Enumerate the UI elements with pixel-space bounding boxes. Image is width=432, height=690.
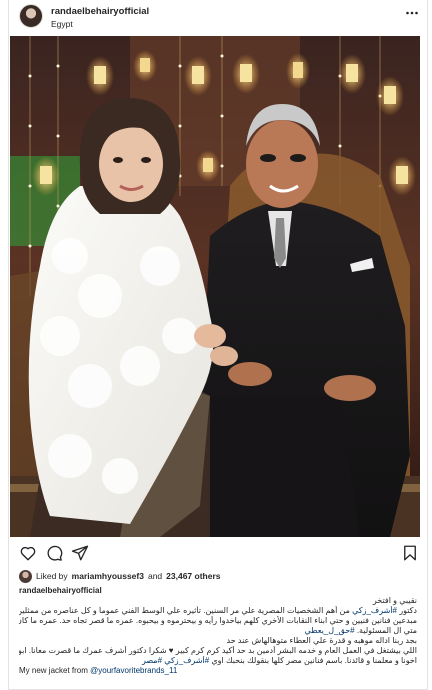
comment-icon[interactable]	[45, 544, 63, 562]
liker-username[interactable]: mariamhyoussef3	[72, 571, 144, 581]
caption-line: بجد ربنا اداله موهبه و قدرة علي العطاء م…	[226, 636, 418, 645]
liker-avatar[interactable]	[19, 569, 32, 583]
instagram-post: randaelbehairyofficial Egypt Liked by ma…	[8, 0, 428, 690]
hashtag-link[interactable]: #أشرف_زكي	[352, 606, 397, 615]
caption-line: نقيبي و افتخر	[372, 596, 417, 605]
post-photo[interactable]	[10, 36, 420, 537]
hashtag-link[interactable]: #مصر	[142, 656, 162, 665]
more-options-icon[interactable]	[405, 6, 419, 20]
bookmark-icon[interactable]	[401, 544, 419, 562]
caption-line: مبدعين فنانين فنيين و حتي ابناء النقابات…	[19, 616, 417, 625]
caption-text: My new jacket from	[19, 666, 91, 675]
caption-line: اللي بيشتغل في العمل العام و خدمه البشر …	[19, 646, 417, 655]
paper-plane-icon[interactable]	[71, 544, 89, 562]
post-caption: randaelbehairyofficial نقيبي و افتخر دكت…	[19, 586, 417, 676]
caption-username[interactable]: randaelbehairyofficial	[19, 586, 102, 595]
caption-line: متي ال المسئولية. #حق_ل_يعطي	[19, 626, 418, 636]
caption-line: اخونا و معلمنا و قائدنا. باسم فنانين مصر…	[19, 656, 417, 666]
caption-username-line: randaelbehairyofficial	[19, 586, 417, 596]
post-header: randaelbehairyofficial Egypt	[9, 0, 429, 34]
likes-prefix: Liked by	[36, 571, 68, 581]
post-actions	[9, 540, 429, 566]
profile-avatar[interactable]	[19, 4, 43, 28]
heart-icon[interactable]	[19, 544, 37, 562]
caption-line: دكتور #أشرف_زكي من أهم الشخصيات المصرية …	[19, 606, 417, 616]
caption-text: متي ال المسئولية.	[354, 626, 417, 635]
hashtag-link[interactable]: #حق_ل_يعطي	[305, 626, 355, 635]
hashtag-link[interactable]: #أشرف_زكي	[164, 656, 209, 665]
header-location[interactable]: Egypt	[51, 19, 73, 29]
caption-text: اخونا و معلمنا و قائدنا. باسم فنانين مصر…	[209, 656, 417, 665]
caption-line: My new jacket from @yourfavoritebrands_1…	[19, 666, 417, 676]
likes-count[interactable]: 23,467 others	[166, 571, 220, 581]
caption-text: من أهم الشخصيات المصرية علي مر السنين. ت…	[19, 606, 353, 615]
mention-link[interactable]: @yourfavoritebrands_11	[90, 666, 177, 675]
likes-connector: and	[147, 571, 163, 581]
caption-text: دكتور	[396, 606, 417, 615]
likes-row: Liked by mariamhyoussef3 and 23,467 othe…	[19, 569, 221, 583]
header-username[interactable]: randaelbehairyofficial	[51, 6, 149, 17]
